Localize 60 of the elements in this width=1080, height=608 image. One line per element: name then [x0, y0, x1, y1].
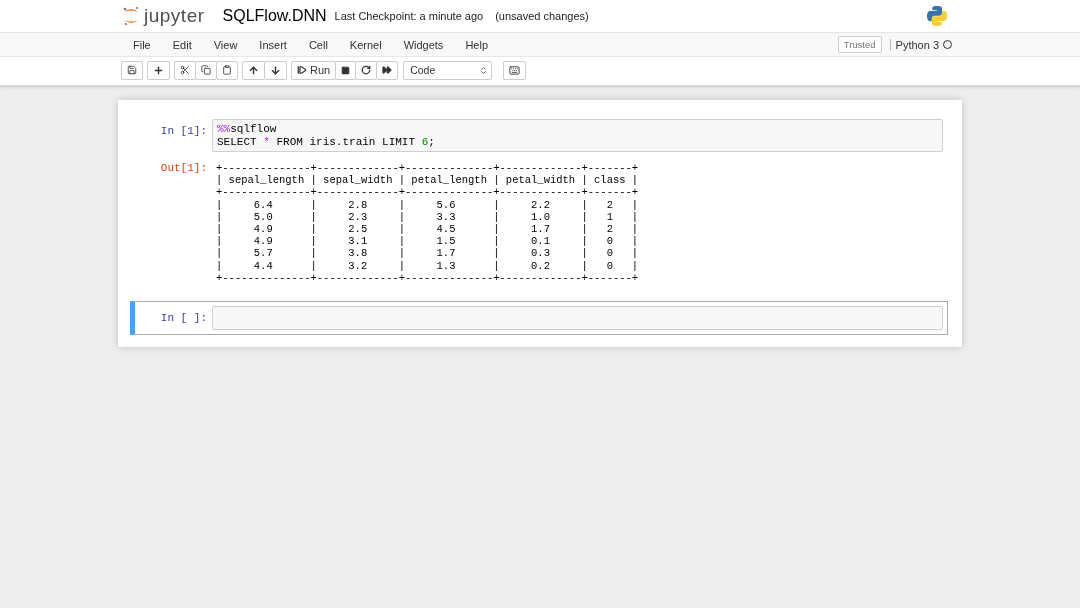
plus-icon [153, 64, 164, 76]
keyboard-shortcuts-button[interactable] [503, 60, 527, 80]
arrow-down-icon [270, 64, 281, 76]
code-line: SELECT * FROM iris.train LIMIT 6; [217, 135, 436, 148]
paste-button[interactable] [216, 60, 238, 80]
output-prompt: Out[1]: [159, 161, 208, 174]
clipboard-icon [222, 65, 232, 75]
refresh-icon [361, 65, 372, 75]
output-text-line: +--------------+-------------+--------------+-------------+-------+ [216, 271, 639, 285]
keyboard-icon [509, 64, 521, 76]
scissors-icon [180, 65, 190, 75]
step-forward-icon [297, 65, 307, 75]
output-text-line: | 5.0 | 2.3 | 3.3 | 1.0 | 1 | [216, 210, 639, 223]
cell-type-dropdown[interactable]: Code [403, 60, 493, 80]
code-cell[interactable]: In [ ]: [130, 301, 948, 336]
output-text-line: | 4.9 | 2.5 | 4.5 | 1.7 | 2 | [216, 223, 639, 236]
output-text-line: | 4.9 | 3.1 | 1.5 | 0.1 | 0 | [216, 235, 639, 248]
code-input-field[interactable] [212, 306, 943, 331]
save-icon [127, 65, 137, 75]
copy-icon [201, 65, 211, 75]
menu-item[interactable]: View [202, 38, 249, 51]
output-text-line: | sepal_length | sepal_width | petal_length | petal_width | class | [216, 174, 639, 187]
code-line: %%sqlflow [217, 123, 278, 136]
cut-button[interactable] [174, 60, 196, 80]
fast-forward-icon [382, 65, 393, 75]
python-logo-icon [926, 5, 948, 27]
trusted-indicator[interactable]: Trusted [837, 36, 882, 53]
menu-item[interactable]: Widgets [392, 38, 455, 51]
checkpoint-status: Last Checkpoint: a minute ago [334, 10, 484, 22]
output-text-line: +--------------+-------------+--------------+-------------+-------+ [216, 162, 639, 175]
menu-item[interactable]: File [122, 38, 162, 51]
notebook-name[interactable]: SQLFlow.DNN [222, 7, 327, 25]
save-button[interactable] [121, 60, 143, 80]
output-text-line: | 5.7 | 3.8 | 1.7 | 0.3 | 0 | [216, 247, 639, 260]
stop-icon [341, 65, 351, 75]
move-up-button[interactable] [242, 60, 265, 80]
move-down-button[interactable] [264, 60, 287, 80]
input-prompt: In [ ]: [159, 311, 208, 325]
output-text-line: | 4.4 | 3.2 | 1.3 | 0.2 | 0 | [216, 259, 639, 272]
input-prompt: In [1]: [159, 124, 208, 137]
menu-item[interactable]: Edit [161, 38, 203, 51]
up-down-caret-icon [479, 65, 489, 75]
menu-item[interactable]: Insert [248, 38, 298, 51]
output-text-line: | 6.4 | 2.8 | 5.6 | 2.2 | 2 | [216, 198, 639, 211]
restart-run-all-button[interactable] [376, 60, 399, 80]
output-text-line: +--------------+-------------+--------------+-------------+-------+ [216, 186, 639, 199]
save-status: (unsaved changes) [495, 10, 589, 22]
arrow-up-icon [248, 64, 259, 76]
jupyter-logo-text[interactable]: jupyter [144, 5, 205, 27]
insert-cell-button[interactable] [147, 60, 170, 80]
code-input-field[interactable]: %%sqlflow SELECT * FROM iris.train LIMIT 6; [212, 119, 943, 152]
stop-button[interactable] [335, 60, 357, 80]
menu-item[interactable]: Kernel [338, 38, 393, 51]
run-button[interactable]: Run [291, 60, 337, 80]
copy-button[interactable] [195, 60, 217, 80]
kernel-name: Python 3 [889, 38, 939, 51]
menu-item[interactable]: Help [454, 38, 499, 51]
jupyter-logo-icon [122, 6, 140, 26]
restart-button[interactable] [355, 60, 378, 80]
menu-item[interactable]: Cell [297, 38, 339, 51]
